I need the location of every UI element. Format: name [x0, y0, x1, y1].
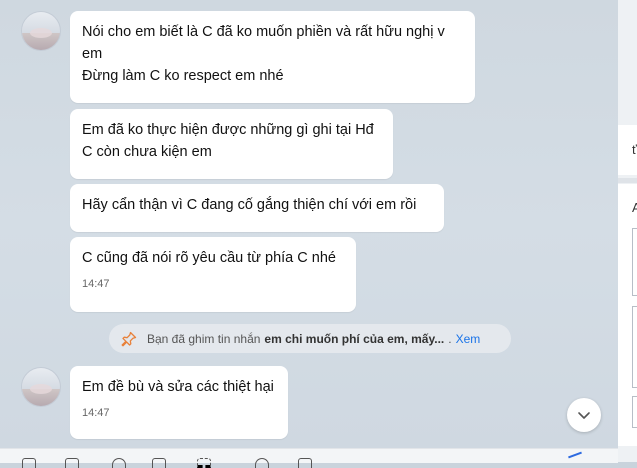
- message-timestamp: 14:47: [82, 407, 110, 419]
- pin-notice-prefix: Bạn đã ghim tin nhắn: [147, 331, 261, 346]
- pin-notice-dot: .: [448, 331, 452, 346]
- message-text: Hãy cẩn thận vì C đang cố gắng thiện chí…: [82, 197, 417, 213]
- pin-icon: [121, 331, 137, 346]
- message-bubble[interactable]: Em đã ko thực hiện được những gì ghi tại…: [70, 109, 393, 179]
- contact-card-icon[interactable]: [152, 458, 166, 468]
- composer-toolbar: [0, 448, 618, 468]
- right-panel-field[interactable]: [632, 396, 637, 428]
- message-timestamp: 14:47: [82, 278, 110, 290]
- sticker-icon[interactable]: [22, 458, 36, 468]
- attachment-icon[interactable]: [112, 458, 126, 468]
- message-text: em: [82, 46, 103, 62]
- right-side-panel: ť A: [618, 0, 637, 462]
- right-panel-text: A: [632, 200, 637, 215]
- pinned-message-notice: Bạn đã ghim tin nhắn em chi muốn phí của…: [109, 324, 511, 353]
- message-text: Em đề bù và sửa các thiệt hại: [82, 379, 274, 395]
- sender-avatar[interactable]: [21, 367, 61, 407]
- sender-avatar[interactable]: [21, 11, 61, 51]
- message-bubble[interactable]: Em đề bù và sửa các thiệt hại 14:47: [70, 366, 288, 439]
- message-text: C còn chưa kiện em: [82, 144, 212, 160]
- more-icon[interactable]: [298, 458, 312, 468]
- message-bubble[interactable]: C cũng đã nói rõ yêu cầu từ phía C nhé 1…: [70, 237, 356, 312]
- image-icon[interactable]: [65, 458, 79, 468]
- message-text: Em đã ko thực hiện được những gì ghi tại…: [82, 122, 374, 138]
- right-panel-field[interactable]: [632, 228, 637, 296]
- message-bubble[interactable]: Nói cho em biết là C đã ko muốn phiền và…: [70, 11, 475, 103]
- message-bubble[interactable]: Hãy cẩn thận vì C đang cố gắng thiện chí…: [70, 184, 444, 232]
- scroll-to-bottom-button[interactable]: [567, 398, 601, 432]
- screenshot-icon[interactable]: [197, 458, 211, 468]
- message-text: Nói cho em biết là C đã ko muốn phiền và…: [82, 24, 445, 40]
- right-panel-text: ť: [632, 142, 637, 157]
- accent-mark: [568, 451, 582, 459]
- format-icon[interactable]: [255, 458, 269, 468]
- view-pinned-link[interactable]: Xem: [456, 332, 481, 346]
- chevron-down-icon: [578, 412, 590, 419]
- message-text: Đừng làm C ko respect em nhé: [82, 68, 284, 84]
- message-text: C cũng đã nói rõ yêu cầu từ phía C nhé: [82, 250, 336, 266]
- right-panel-field[interactable]: [632, 306, 637, 388]
- pinned-message-preview: em chi muốn phí của em, mấy...: [264, 331, 445, 346]
- chat-area: Nói cho em biết là C đã ko muốn phiền và…: [0, 0, 618, 448]
